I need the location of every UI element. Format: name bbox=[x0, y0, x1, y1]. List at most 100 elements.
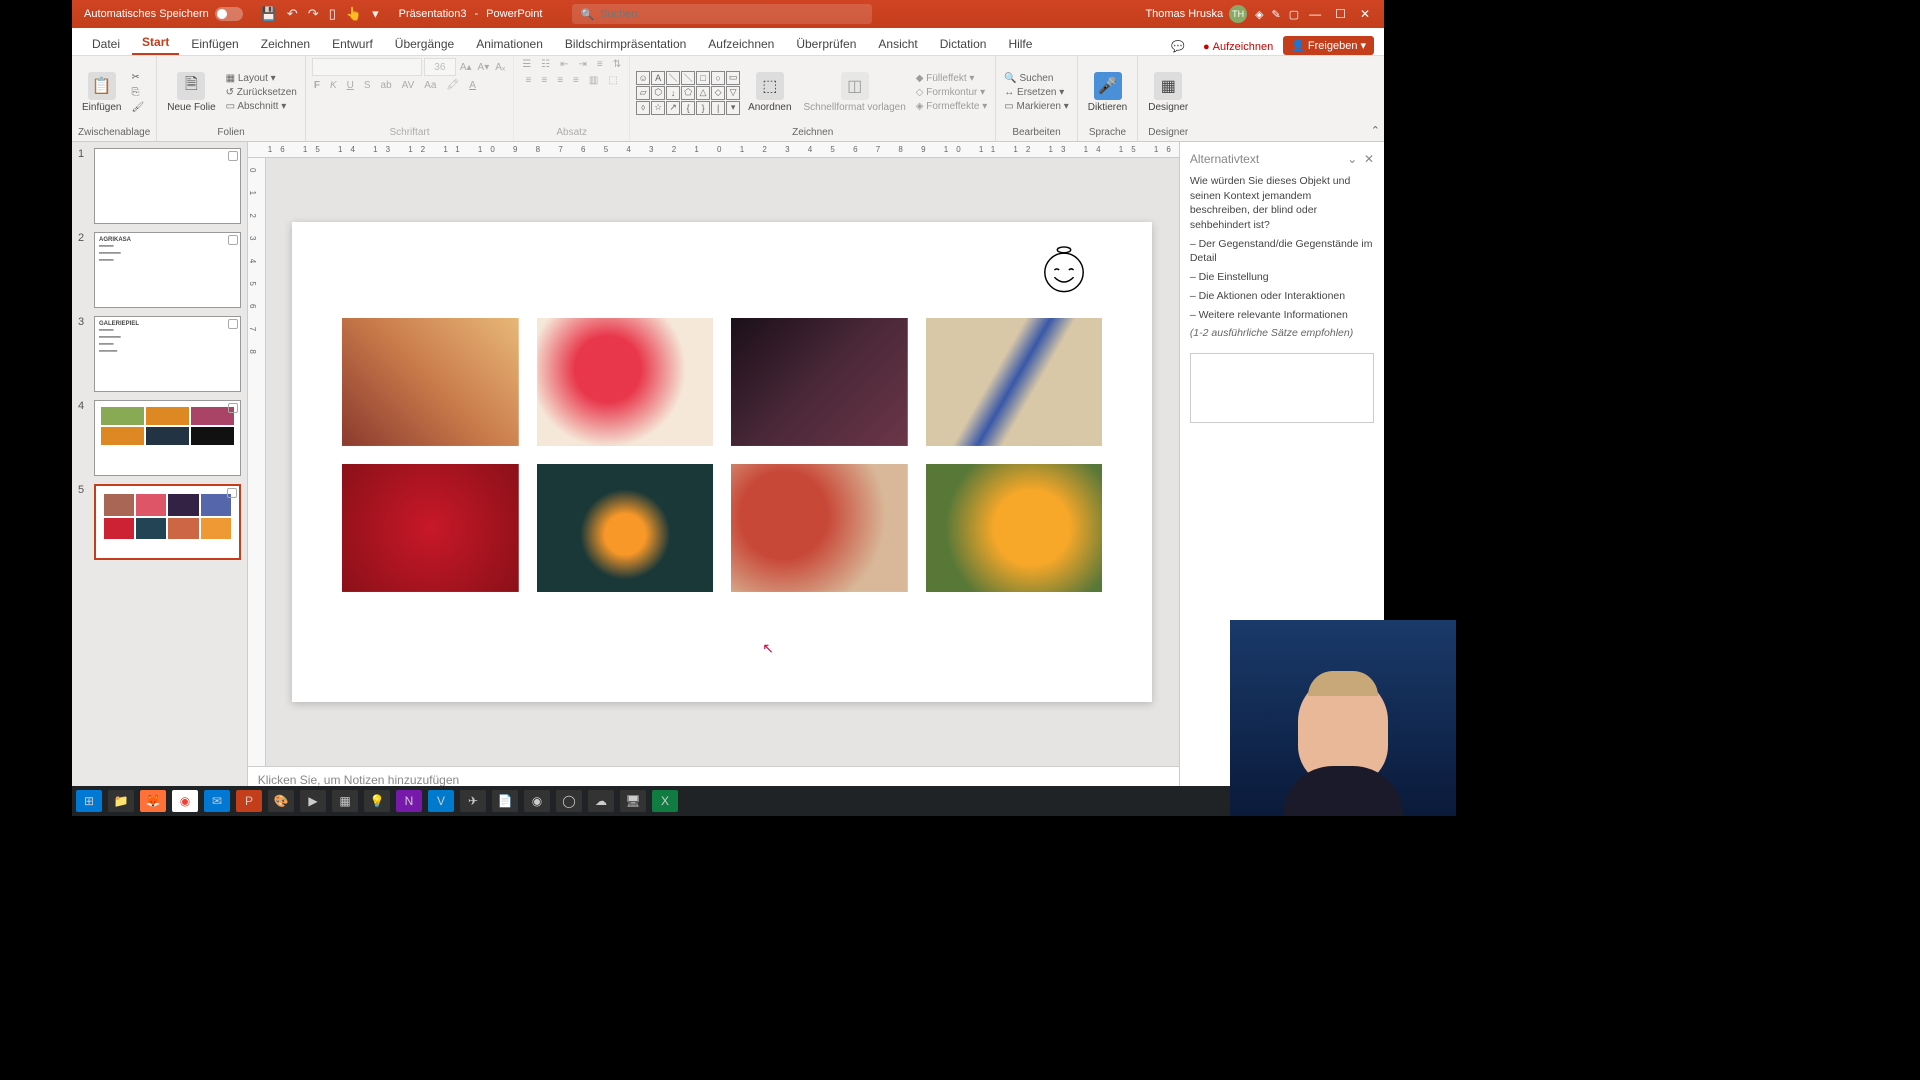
replace-button[interactable]: ↔ Ersetzen ▾ bbox=[1002, 86, 1071, 99]
telegram-icon[interactable]: ✈ bbox=[460, 790, 486, 812]
chrome-icon[interactable]: ◉ bbox=[172, 790, 198, 812]
numbering-icon[interactable]: ☷ bbox=[539, 58, 552, 71]
comments-icon[interactable]: 💬 bbox=[1163, 38, 1193, 55]
strike-icon[interactable]: S bbox=[362, 79, 373, 92]
align-left-icon[interactable]: ≡ bbox=[524, 74, 534, 87]
slideshow-icon[interactable]: ▯ bbox=[329, 6, 336, 22]
touch-icon[interactable]: 👆 bbox=[346, 6, 362, 22]
tab-start[interactable]: Start bbox=[132, 31, 179, 55]
thumb-slide-2[interactable]: AGRIKASA━━━━━━━━━━━━━━ bbox=[94, 232, 241, 308]
shape-fill-button[interactable]: ◆ Fülleffekt ▾ bbox=[914, 72, 989, 85]
obs-icon[interactable]: ◉ bbox=[524, 790, 550, 812]
format-painter-icon[interactable]: 🖌 bbox=[129, 101, 146, 114]
pane-collapse-icon[interactable]: ⌄ bbox=[1347, 152, 1357, 166]
align-center-icon[interactable]: ≡ bbox=[539, 74, 549, 87]
minimize-icon[interactable]: — bbox=[1309, 7, 1321, 21]
vlc-icon[interactable]: ▶ bbox=[300, 790, 326, 812]
tab-ueberpruefen[interactable]: Überprüfen bbox=[786, 33, 866, 55]
record-button[interactable]: ● Aufzeichnen bbox=[1195, 39, 1281, 55]
font-family-select[interactable] bbox=[312, 58, 422, 76]
alt-text-input[interactable] bbox=[1190, 353, 1374, 423]
save-icon[interactable]: 💾 bbox=[261, 6, 277, 22]
app-icon[interactable]: 🖥 bbox=[620, 790, 646, 812]
image-strawberry[interactable] bbox=[342, 464, 519, 592]
vscode-icon[interactable]: V bbox=[428, 790, 454, 812]
app-icon[interactable]: ▦ bbox=[332, 790, 358, 812]
italic-icon[interactable]: K bbox=[328, 79, 339, 92]
new-slide-button[interactable]: 🗎Neue Folie bbox=[163, 70, 219, 115]
redo-icon[interactable]: ↷ bbox=[308, 6, 319, 22]
columns-icon[interactable]: ▥ bbox=[587, 74, 600, 87]
image-tangerines[interactable] bbox=[537, 464, 714, 592]
thumb-slide-5[interactable] bbox=[94, 484, 241, 560]
shapes-gallery[interactable]: ☺A＼＼□○▭ ▱⬡↓⬠△◇▽ ⬨☆↗{}|▾ bbox=[636, 71, 740, 115]
designer-button[interactable]: ▦Designer bbox=[1144, 70, 1192, 115]
arrange-button[interactable]: ⬚Anordnen bbox=[744, 70, 795, 115]
tab-zeichnen[interactable]: Zeichnen bbox=[251, 33, 320, 55]
close-icon[interactable]: ✕ bbox=[1360, 7, 1370, 21]
underline-icon[interactable]: U bbox=[345, 79, 356, 92]
firefox-icon[interactable]: 🦊 bbox=[140, 790, 166, 812]
line-spacing-icon[interactable]: ≡ bbox=[595, 58, 605, 71]
shape-outline-button[interactable]: ◇ Formkontur ▾ bbox=[914, 86, 989, 99]
powerpoint-icon[interactable]: P bbox=[236, 790, 262, 812]
collapse-ribbon-icon[interactable]: ⌃ bbox=[1371, 124, 1380, 137]
undo-icon[interactable]: ↶ bbox=[287, 6, 298, 22]
search-box[interactable]: 🔍 bbox=[572, 4, 872, 24]
select-button[interactable]: ▭ Markieren ▾ bbox=[1002, 100, 1071, 113]
image-figs[interactable] bbox=[731, 318, 908, 446]
search-input[interactable] bbox=[600, 8, 864, 20]
copy-icon[interactable]: ⎘ bbox=[129, 86, 146, 99]
grow-font-icon[interactable]: A▴ bbox=[458, 61, 474, 74]
app-icon[interactable]: 📄 bbox=[492, 790, 518, 812]
tab-bildschirmpraesentation[interactable]: Bildschirmpräsentation bbox=[555, 33, 696, 55]
toggle-icon[interactable] bbox=[215, 7, 243, 21]
app-icon[interactable]: 💡 bbox=[364, 790, 390, 812]
thumb-slide-4[interactable] bbox=[94, 400, 241, 476]
cut-icon[interactable]: ✂ bbox=[129, 71, 146, 84]
shrink-font-icon[interactable]: A▾ bbox=[476, 61, 492, 74]
indent-dec-icon[interactable]: ⇤ bbox=[558, 58, 570, 71]
image-apples[interactable] bbox=[342, 318, 519, 446]
tab-ansicht[interactable]: Ansicht bbox=[868, 33, 927, 55]
excel-icon[interactable]: X bbox=[652, 790, 678, 812]
image-raspberry[interactable] bbox=[537, 318, 714, 446]
tab-einfuegen[interactable]: Einfügen bbox=[181, 33, 248, 55]
window-icon[interactable]: ▢ bbox=[1289, 8, 1299, 21]
highlight-icon[interactable]: 🖍 bbox=[444, 79, 461, 92]
font-size-select[interactable]: 36 bbox=[424, 58, 456, 76]
tab-aufzeichnen[interactable]: Aufzeichnen bbox=[698, 33, 784, 55]
bullets-icon[interactable]: ☰ bbox=[520, 58, 533, 71]
pane-close-icon[interactable]: ✕ bbox=[1364, 152, 1374, 166]
tab-dictation[interactable]: Dictation bbox=[930, 33, 997, 55]
quick-styles-button[interactable]: ◫Schnellformat vorlagen bbox=[800, 70, 910, 115]
case-icon[interactable]: Aa bbox=[422, 79, 438, 92]
align-right-icon[interactable]: ≡ bbox=[555, 74, 565, 87]
shadow-icon[interactable]: ab bbox=[379, 79, 394, 92]
paste-button[interactable]: 📋Einfügen bbox=[78, 70, 125, 115]
clear-format-icon[interactable]: Aₓ bbox=[493, 61, 507, 74]
indent-inc-icon[interactable]: ⇥ bbox=[577, 58, 589, 71]
tab-uebergaenge[interactable]: Übergänge bbox=[385, 33, 464, 55]
justify-icon[interactable]: ≡ bbox=[571, 74, 581, 87]
shape-effects-button[interactable]: ◈ Formeffekte ▾ bbox=[914, 100, 989, 113]
maximize-icon[interactable]: ☐ bbox=[1335, 7, 1346, 21]
reset-button[interactable]: ↺ Zurücksetzen bbox=[224, 86, 299, 99]
diamond-icon[interactable]: ◈ bbox=[1255, 8, 1263, 21]
find-button[interactable]: 🔍 Suchen bbox=[1002, 72, 1071, 85]
app-icon[interactable]: ◯ bbox=[556, 790, 582, 812]
thumb-slide-3[interactable]: GALERIEPIEL━━━━━━━━━━━━━━━━━━━ bbox=[94, 316, 241, 392]
font-color-icon[interactable]: A bbox=[467, 79, 478, 92]
tab-datei[interactable]: Datei bbox=[82, 33, 130, 55]
smartart-icon[interactable]: ⬚ bbox=[606, 74, 619, 87]
app-icon[interactable]: 🎨 bbox=[268, 790, 294, 812]
image-blood-orange[interactable] bbox=[731, 464, 908, 592]
outlook-icon[interactable]: ✉ bbox=[204, 790, 230, 812]
section-button[interactable]: ▭ Abschnitt ▾ bbox=[224, 100, 299, 113]
layout-button[interactable]: ▦ Layout ▾ bbox=[224, 72, 299, 85]
user-account[interactable]: Thomas Hruska TH bbox=[1137, 5, 1255, 23]
smiley-icon[interactable] bbox=[1040, 246, 1088, 294]
pen-icon[interactable]: ✎ bbox=[1272, 8, 1281, 21]
bold-icon[interactable]: F bbox=[312, 79, 322, 92]
explorer-icon[interactable]: 📁 bbox=[108, 790, 134, 812]
